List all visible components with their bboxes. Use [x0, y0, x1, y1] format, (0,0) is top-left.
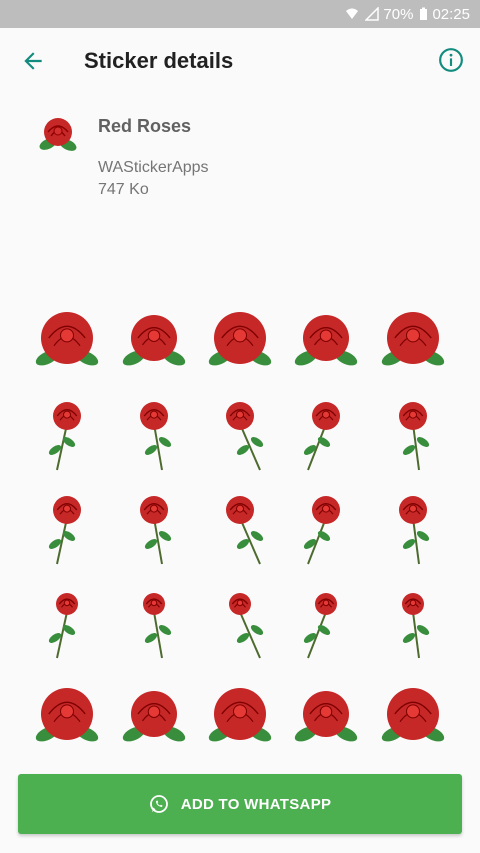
- wifi-icon: [345, 7, 359, 21]
- rose-sticker-22[interactable]: [110, 669, 196, 763]
- sticker-grid: [24, 293, 456, 763]
- signal-icon: [365, 7, 380, 21]
- pack-size: 747 Ko: [98, 181, 149, 198]
- rose-sticker-11[interactable]: [24, 481, 110, 575]
- arrow-back-icon[interactable]: [20, 48, 46, 74]
- rose-sticker-8[interactable]: [197, 387, 283, 481]
- rose-sticker-4[interactable]: [283, 293, 369, 387]
- rose-sticker-19[interactable]: [283, 575, 369, 669]
- rose-sticker-20[interactable]: [370, 575, 456, 669]
- app-bar: Sticker details: [0, 28, 480, 94]
- status-bar: 70% 02:25: [0, 0, 480, 28]
- rose-sticker-24[interactable]: [283, 669, 369, 763]
- page-title: Sticker details: [84, 48, 234, 73]
- rose-sticker-9[interactable]: [283, 387, 369, 481]
- rose-sticker-2[interactable]: [110, 293, 196, 387]
- rose-sticker-18[interactable]: [197, 575, 283, 669]
- clock: 02:25: [432, 5, 470, 23]
- rose-sticker-15[interactable]: [370, 481, 456, 575]
- rose-sticker-17[interactable]: [110, 575, 196, 669]
- rose-sticker-16[interactable]: [24, 575, 110, 669]
- rose-icon: [36, 112, 80, 156]
- rose-sticker-10[interactable]: [370, 387, 456, 481]
- rose-sticker-5[interactable]: [370, 293, 456, 387]
- whatsapp-icon: [149, 794, 169, 814]
- rose-sticker-6[interactable]: [24, 387, 110, 481]
- rose-sticker-3[interactable]: [197, 293, 283, 387]
- rose-sticker-14[interactable]: [283, 481, 369, 575]
- rose-sticker-25[interactable]: [370, 669, 456, 763]
- battery-level: 70%: [383, 5, 414, 23]
- add-to-whatsapp-button[interactable]: ADD TO WHATSAPP: [18, 774, 462, 834]
- pack-header: Red Roses WAStickerApps 747 Ko: [0, 108, 480, 208]
- pack-name: Red Roses: [98, 116, 192, 136]
- rose-sticker-23[interactable]: [197, 669, 283, 763]
- rose-sticker-12[interactable]: [110, 481, 196, 575]
- pack-publisher: WAStickerApps: [98, 159, 209, 176]
- rose-sticker-1[interactable]: [24, 293, 110, 387]
- rose-sticker-7[interactable]: [110, 387, 196, 481]
- info-icon[interactable]: [438, 47, 464, 73]
- rose-sticker-21[interactable]: [24, 669, 110, 763]
- add-button-label: ADD TO WHATSAPP: [180, 795, 332, 813]
- battery-icon: [419, 7, 428, 21]
- rose-sticker-13[interactable]: [197, 481, 283, 575]
